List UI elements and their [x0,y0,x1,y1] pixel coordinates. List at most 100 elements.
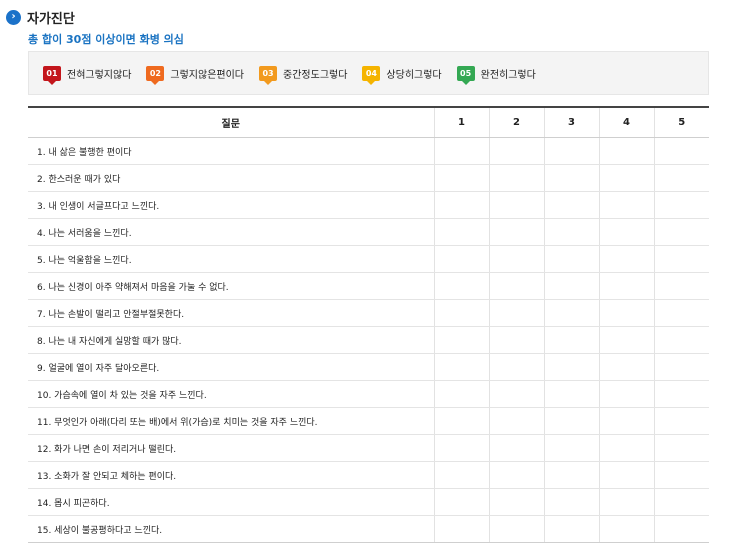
score-cell[interactable] [598,326,654,354]
score-cell[interactable] [433,326,489,354]
score-cell[interactable] [653,272,709,300]
score-cell[interactable] [598,353,654,381]
score-cell[interactable] [488,299,544,327]
score-cell[interactable] [543,164,599,192]
score-cell[interactable] [543,434,599,462]
score-cell[interactable] [653,380,709,408]
score-cell[interactable] [653,137,709,165]
score-cell[interactable] [598,272,654,300]
question-text: 8. 나는 내 자신에게 실망할 때가 많다. [28,326,434,354]
score-cell[interactable] [598,380,654,408]
score-cell[interactable] [543,353,599,381]
score-cell[interactable] [488,380,544,408]
score-cell[interactable] [598,407,654,435]
score-cell[interactable] [653,515,709,543]
score-cell[interactable] [598,434,654,462]
score-cell[interactable] [598,488,654,516]
score-cell[interactable] [653,461,709,489]
question-text: 4. 나는 서러움을 느낀다. [28,218,434,246]
score-cell[interactable] [543,380,599,408]
question-text: 7. 나는 손발이 떨리고 안절부절못한다. [28,299,434,327]
score-cell[interactable] [543,272,599,300]
score-cell[interactable] [653,326,709,354]
score-cell[interactable] [488,461,544,489]
score-cell[interactable] [433,515,489,543]
score-cell[interactable] [543,488,599,516]
table-row: 2. 한스러운 때가 있다 [28,164,709,192]
score-cell[interactable] [653,353,709,381]
score-cell[interactable] [653,164,709,192]
score-cell[interactable] [598,191,654,219]
score-cell[interactable] [543,218,599,246]
score-cell[interactable] [653,218,709,246]
table-row: 8. 나는 내 자신에게 실망할 때가 많다. [28,326,709,354]
score-cell[interactable] [488,407,544,435]
score-cell[interactable] [543,326,599,354]
score-cell[interactable] [598,245,654,273]
scoring-note: 총 합이 30점 이상이면 화병 의심 [28,33,184,46]
score-cell[interactable] [433,137,489,165]
page-title: 자가진단 [27,11,75,27]
table-row: 4. 나는 서러움을 느낀다. [28,218,709,246]
score-cell[interactable] [598,137,654,165]
table-row: 14. 몹시 피곤하다. [28,488,709,516]
score-cell[interactable] [653,191,709,219]
score-cell[interactable] [653,488,709,516]
score-column-header: 3 [543,106,599,138]
score-cell[interactable] [433,407,489,435]
legend-item: 04 상당히그렇다 [362,65,442,85]
score-cell[interactable] [488,245,544,273]
score-cell[interactable] [488,326,544,354]
score-cell[interactable] [653,245,709,273]
score-column-header: 2 [488,106,544,138]
score-cell[interactable] [433,380,489,408]
score-cell[interactable] [433,218,489,246]
score-cell[interactable] [598,299,654,327]
table-row: 10. 가슴속에 열이 차 있는 것을 자주 느낀다. [28,380,709,408]
score-cell[interactable] [433,191,489,219]
legend-item: 02 그렇지않은편이다 [146,65,244,85]
score-cell[interactable] [488,488,544,516]
score-cell[interactable] [543,407,599,435]
question-text: 3. 내 인생이 서글프다고 느낀다. [28,191,434,219]
score-cell[interactable] [488,434,544,462]
score-cell[interactable] [543,515,599,543]
score-cell[interactable] [543,461,599,489]
score-cell[interactable] [488,515,544,543]
score-cell[interactable] [543,245,599,273]
score-cell[interactable] [488,218,544,246]
score-cell[interactable] [598,164,654,192]
score-cell[interactable] [488,137,544,165]
legend-label: 상당히그렇다 [386,69,442,81]
chevron-right-circle-icon: › [6,9,21,25]
score-cell[interactable] [433,245,489,273]
score-cell[interactable] [433,164,489,192]
score-cell[interactable] [543,191,599,219]
table-row: 9. 얼굴에 열이 자주 달아오른다. [28,353,709,381]
score-cell[interactable] [433,434,489,462]
score-cell[interactable] [488,272,544,300]
score-cell[interactable] [433,299,489,327]
question-text: 6. 나는 신경이 아주 약해져서 마음을 가눌 수 없다. [28,272,434,300]
question-text: 10. 가슴속에 열이 차 있는 것을 자주 느낀다. [28,380,434,408]
score-cell[interactable] [653,407,709,435]
score-cell[interactable] [543,137,599,165]
question-text: 2. 한스러운 때가 있다 [28,164,434,192]
legend-label: 중간정도그렇다 [283,69,348,81]
question-text: 13. 소화가 잘 안되고 체하는 편이다. [28,461,434,489]
score-cell[interactable] [598,218,654,246]
score-cell[interactable] [488,191,544,219]
score-cell[interactable] [433,353,489,381]
section-title-row: › 자가진단 [6,8,75,27]
score-cell[interactable] [653,434,709,462]
score-cell[interactable] [433,461,489,489]
score-cell[interactable] [488,164,544,192]
question-column-header: 질문 [28,106,434,138]
score-cell[interactable] [543,299,599,327]
score-cell[interactable] [598,515,654,543]
score-cell[interactable] [433,488,489,516]
score-cell[interactable] [598,461,654,489]
score-cell[interactable] [488,353,544,381]
score-cell[interactable] [433,272,489,300]
score-cell[interactable] [653,299,709,327]
